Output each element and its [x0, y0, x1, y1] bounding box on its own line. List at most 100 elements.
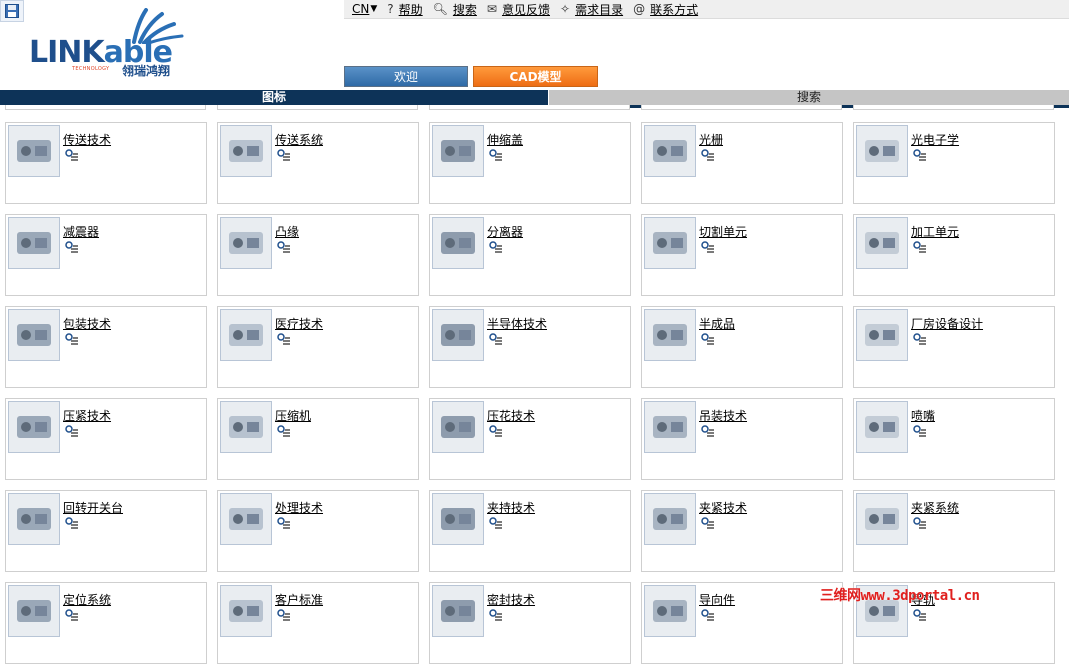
configure-list-icon[interactable]: [277, 241, 291, 255]
category-name-link[interactable]: 分离器: [487, 223, 523, 240]
category-name-link[interactable]: 吊装技术: [699, 407, 747, 424]
category-card[interactable]: 喷嘴: [853, 398, 1055, 480]
configure-list-icon[interactable]: [913, 333, 927, 347]
configure-list-icon[interactable]: [489, 517, 503, 531]
category-thumbnail[interactable]: [644, 585, 696, 637]
configure-list-icon[interactable]: [277, 517, 291, 531]
configure-list-icon[interactable]: [913, 149, 927, 163]
configure-list-icon[interactable]: [489, 425, 503, 439]
configure-list-icon[interactable]: [65, 609, 79, 623]
category-card[interactable]: 减震器: [5, 214, 207, 296]
help-link[interactable]: ? 帮助: [387, 1, 422, 18]
category-name-link[interactable]: 减震器: [63, 223, 99, 240]
configure-list-icon[interactable]: [913, 517, 927, 531]
category-name-link[interactable]: 压紧技术: [63, 407, 111, 424]
category-name-link[interactable]: 厂房设备设计: [911, 315, 983, 332]
category-card[interactable]: 夹紧系统: [853, 490, 1055, 572]
category-name-link[interactable]: 压缩机: [275, 407, 311, 424]
category-thumbnail[interactable]: [432, 493, 484, 545]
category-thumbnail[interactable]: [8, 401, 60, 453]
category-name-link[interactable]: 传送技术: [63, 131, 111, 148]
configure-list-icon[interactable]: [277, 609, 291, 623]
category-card[interactable]: 医疗技术: [217, 306, 419, 388]
category-card[interactable]: 包装技术: [5, 306, 207, 388]
configure-list-icon[interactable]: [489, 149, 503, 163]
category-name-link[interactable]: 传送系统: [275, 131, 323, 148]
category-name-link[interactable]: 医疗技术: [275, 315, 323, 332]
category-card[interactable]: 传送系统: [217, 122, 419, 204]
category-thumbnail[interactable]: [856, 125, 908, 177]
configure-list-icon[interactable]: [701, 425, 715, 439]
category-thumbnail[interactable]: [432, 217, 484, 269]
language-selector[interactable]: CN ▼: [352, 2, 377, 16]
search-link[interactable]: 🔍︎ 搜索: [433, 1, 477, 18]
category-card[interactable]: 回转开关台: [5, 490, 207, 572]
category-card[interactable]: 压缩机: [217, 398, 419, 480]
configure-list-icon[interactable]: [701, 241, 715, 255]
category-thumbnail[interactable]: [856, 401, 908, 453]
category-name-link[interactable]: 切割单元: [699, 223, 747, 240]
category-thumbnail[interactable]: [220, 217, 272, 269]
category-name-link[interactable]: 压花技术: [487, 407, 535, 424]
category-name-link[interactable]: 定位系统: [63, 591, 111, 608]
configure-list-icon[interactable]: [913, 241, 927, 255]
category-name-link[interactable]: 伸缩盖: [487, 131, 523, 148]
subnav-icons-tab[interactable]: 图标: [0, 90, 548, 105]
category-thumbnail[interactable]: [644, 493, 696, 545]
category-name-link[interactable]: 喷嘴: [911, 407, 935, 424]
category-thumbnail[interactable]: [8, 125, 60, 177]
category-card[interactable]: 密封技术: [429, 582, 631, 664]
category-card[interactable]: 加工单元: [853, 214, 1055, 296]
category-name-link[interactable]: 密封技术: [487, 591, 535, 608]
category-name-link[interactable]: 凸缘: [275, 223, 299, 240]
category-thumbnail[interactable]: [432, 125, 484, 177]
category-thumbnail[interactable]: [432, 401, 484, 453]
category-thumbnail[interactable]: [220, 493, 272, 545]
category-card[interactable]: 切割单元: [641, 214, 843, 296]
category-name-link[interactable]: 加工单元: [911, 223, 959, 240]
configure-list-icon[interactable]: [65, 149, 79, 163]
category-name-link[interactable]: 光栅: [699, 131, 723, 148]
category-card[interactable]: 客户标准: [217, 582, 419, 664]
category-thumbnail[interactable]: [220, 125, 272, 177]
category-name-link[interactable]: 夹持技术: [487, 499, 535, 516]
category-card[interactable]: 光栅: [641, 122, 843, 204]
configure-list-icon[interactable]: [489, 609, 503, 623]
category-name-link[interactable]: 客户标准: [275, 591, 323, 608]
configure-list-icon[interactable]: [277, 333, 291, 347]
category-name-link[interactable]: 半成品: [699, 315, 735, 332]
tab-cad-models[interactable]: CAD模型: [473, 66, 598, 87]
category-name-link[interactable]: 夹紧系统: [911, 499, 959, 516]
category-card[interactable]: 定位系统: [5, 582, 207, 664]
category-name-link[interactable]: 处理技术: [275, 499, 323, 516]
category-thumbnail[interactable]: [220, 585, 272, 637]
save-icon[interactable]: [0, 0, 24, 22]
category-name-link[interactable]: 光电子学: [911, 131, 959, 148]
category-card[interactable]: 厂房设备设计: [853, 306, 1055, 388]
category-card[interactable]: 凸缘: [217, 214, 419, 296]
catalog-request-link[interactable]: ✧ 需求目录: [560, 1, 623, 18]
configure-list-icon[interactable]: [277, 149, 291, 163]
configure-list-icon[interactable]: [701, 149, 715, 163]
configure-list-icon[interactable]: [277, 425, 291, 439]
category-thumbnail[interactable]: [432, 309, 484, 361]
category-thumbnail[interactable]: [8, 493, 60, 545]
category-name-link[interactable]: 回转开关台: [63, 499, 123, 516]
configure-list-icon[interactable]: [65, 517, 79, 531]
category-thumbnail[interactable]: [220, 309, 272, 361]
category-thumbnail[interactable]: [432, 585, 484, 637]
category-card[interactable]: 夹持技术: [429, 490, 631, 572]
configure-list-icon[interactable]: [65, 333, 79, 347]
configure-list-icon[interactable]: [701, 517, 715, 531]
category-card[interactable]: 压紧技术: [5, 398, 207, 480]
category-thumbnail[interactable]: [8, 585, 60, 637]
category-card[interactable]: 夹紧技术: [641, 490, 843, 572]
configure-list-icon[interactable]: [701, 609, 715, 623]
category-card[interactable]: 半导体技术: [429, 306, 631, 388]
category-card[interactable]: 吊装技术: [641, 398, 843, 480]
category-card[interactable]: 伸缩盖: [429, 122, 631, 204]
configure-list-icon[interactable]: [913, 425, 927, 439]
category-thumbnail[interactable]: [856, 493, 908, 545]
configure-list-icon[interactable]: [489, 333, 503, 347]
category-thumbnail[interactable]: [220, 401, 272, 453]
